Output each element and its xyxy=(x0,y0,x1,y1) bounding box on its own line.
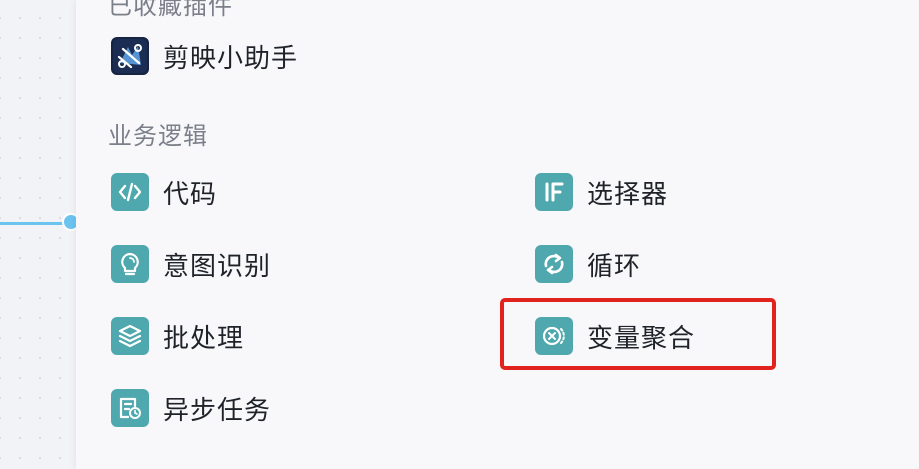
logic-item-label: 异步任务 xyxy=(163,395,272,426)
logic-item-label: 批处理 xyxy=(163,323,245,354)
logic-item-loop[interactable]: 循环 xyxy=(535,242,641,286)
logic-item-batch[interactable]: 批处理 xyxy=(111,314,244,358)
logic-item-async-task[interactable]: 异步任务 xyxy=(111,386,271,430)
logic-item-label: 意图识别 xyxy=(163,251,272,282)
section-title-business-logic: 业务逻辑 xyxy=(108,122,208,150)
lightbulb-icon xyxy=(111,245,149,283)
jianying-plugin-icon xyxy=(111,37,149,75)
loop-icon xyxy=(535,245,573,283)
if-selector-icon xyxy=(535,173,573,211)
logic-item-intent-recognition[interactable]: 意图识别 xyxy=(111,242,271,286)
logic-item-code[interactable]: 代码 xyxy=(111,170,217,214)
code-icon xyxy=(111,173,149,211)
section-title-collected-plugins: 已收藏插件 xyxy=(108,0,233,20)
logic-item-label: 选择器 xyxy=(587,179,669,210)
connection-edge xyxy=(0,222,66,225)
workflow-canvas[interactable] xyxy=(0,0,80,469)
logic-item-label: 代码 xyxy=(163,179,218,210)
plugin-item-label: 剪映小助手 xyxy=(163,43,299,74)
highlight-annotation-box xyxy=(500,298,776,370)
async-task-icon xyxy=(111,389,149,427)
layers-icon xyxy=(111,317,149,355)
node-picker-panel: 已收藏插件 剪映小助手 业务逻辑 代码 选择器 意图识别 循环 批处理 变量聚合… xyxy=(76,0,919,469)
logic-item-selector[interactable]: 选择器 xyxy=(535,170,668,214)
logic-item-label: 循环 xyxy=(587,251,642,282)
plugin-item-jianying[interactable]: 剪映小助手 xyxy=(111,34,298,78)
